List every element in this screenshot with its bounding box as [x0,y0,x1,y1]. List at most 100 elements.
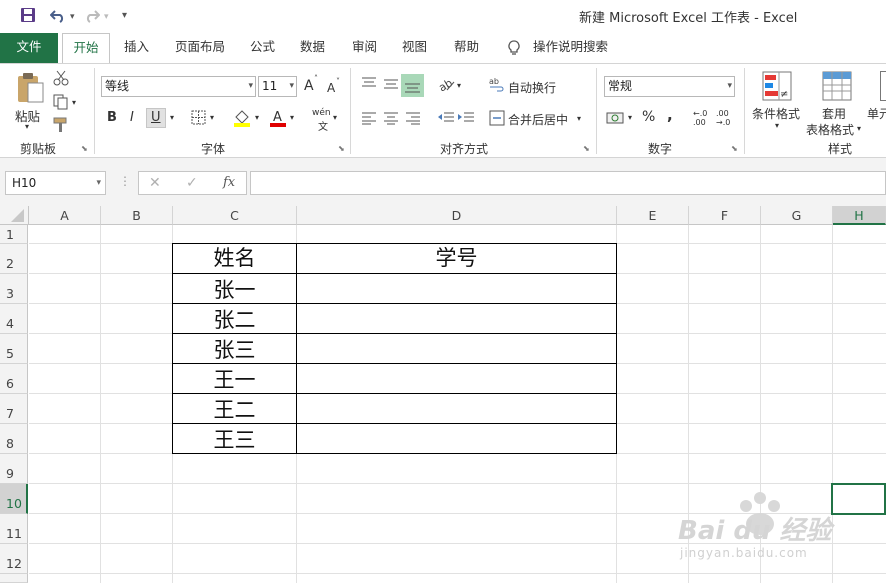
clipboard-launcher-icon[interactable]: ⬊ [81,144,88,153]
row-header-5[interactable]: 5 [0,334,28,364]
copy-icon[interactable] [53,94,69,113]
name-box[interactable]: H10 ▾ [5,171,106,195]
row-header-1[interactable]: 1 [0,225,28,244]
select-all-corner[interactable] [0,206,29,225]
align-middle-icon[interactable] [383,76,399,93]
format-as-table-dropdown-icon[interactable]: ▾ [857,124,861,133]
merge-center-button[interactable]: 合并后居中 [508,111,568,128]
orientation-icon[interactable]: ab [436,76,455,95]
cell-styles-icon[interactable] [880,71,886,101]
cell-d3[interactable] [296,273,617,304]
column-header-h[interactable]: H [833,206,886,225]
cell-styles-button[interactable]: 单元 [867,105,886,122]
font-launcher-icon[interactable]: ⬊ [338,144,345,153]
cell-c3[interactable]: 张一 [172,273,297,304]
underline-dropdown-icon[interactable]: ▾ [170,113,174,122]
accounting-format-icon[interactable] [606,110,624,129]
tab-data[interactable]: 数据 [292,33,333,63]
row-header-7[interactable]: 7 [0,394,28,424]
tab-view[interactable]: 视图 [394,33,435,63]
underline-button[interactable]: U [151,110,161,125]
cut-icon[interactable] [53,70,69,89]
row-header-4[interactable]: 4 [0,304,28,334]
lightbulb-icon[interactable] [507,40,521,59]
cell-d2[interactable]: 学号 [296,243,617,274]
merge-dropdown-icon[interactable]: ▾ [577,114,581,123]
cell-d7[interactable] [296,393,617,424]
row-header-12[interactable]: 12 [0,544,28,574]
number-format-select[interactable]: 常规 ▾ [604,76,735,97]
accounting-dropdown-icon[interactable]: ▾ [628,113,632,122]
formula-input[interactable] [250,171,886,195]
cell-c5[interactable]: 张三 [172,333,297,364]
enter-icon[interactable]: ✓ [186,176,198,190]
conditional-formatting-icon[interactable]: ≠ [762,71,792,104]
column-header-e[interactable]: E [617,206,689,225]
percent-button[interactable]: % [642,109,655,125]
cell-d5[interactable] [296,333,617,364]
row-header-10[interactable]: 10 [0,484,28,514]
align-left-icon[interactable] [361,111,377,128]
decrease-font-button[interactable]: A [327,81,335,95]
increase-decimal-button[interactable]: ←.0.00 [693,109,707,127]
phonetic-button[interactable]: wén [312,108,331,118]
align-top-icon[interactable] [361,76,377,93]
format-as-table-label-2[interactable]: 表格格式 [806,121,854,138]
save-icon[interactable] [20,7,36,27]
comma-button[interactable]: , [667,106,673,124]
fill-color-dropdown-icon[interactable]: ▾ [255,113,259,122]
column-header-c[interactable]: C [173,206,297,225]
format-as-table-icon[interactable] [822,71,852,104]
row-header-3[interactable]: 3 [0,274,28,304]
cell-c7[interactable]: 王二 [172,393,297,424]
cell-d8[interactable] [296,423,617,454]
undo-icon[interactable] [49,7,66,27]
column-header-g[interactable]: G [761,206,833,225]
border-icon[interactable] [191,110,206,128]
cell-c4[interactable]: 张二 [172,303,297,334]
align-center-icon[interactable] [383,111,399,128]
row-header-13[interactable] [0,574,28,583]
tab-formulas[interactable]: 公式 [242,33,283,63]
tab-review[interactable]: 审阅 [344,33,385,63]
insert-function-button[interactable]: fx [223,176,235,189]
format-as-table-label-1[interactable]: 套用 [822,105,846,122]
align-bottom-icon[interactable] [401,74,424,97]
tell-me-search[interactable]: 操作说明搜索 [525,33,616,63]
cell-c2[interactable]: 姓名 [172,243,297,274]
increase-font-button[interactable]: A [304,78,314,94]
selected-cell-h10[interactable] [831,483,886,515]
cell-c6[interactable]: 王一 [172,363,297,394]
copy-dropdown-icon[interactable]: ▾ [72,98,76,107]
row-header-9[interactable]: 9 [0,454,28,484]
tab-help[interactable]: 帮助 [446,33,487,63]
conditional-dropdown-icon[interactable]: ▾ [775,121,779,130]
conditional-formatting-button[interactable]: 条件格式 [752,105,800,122]
tab-file[interactable]: 文件 [0,33,58,63]
number-launcher-icon[interactable]: ⬊ [731,144,738,153]
wrap-text-icon[interactable]: ab [489,76,505,95]
font-color-dropdown-icon[interactable]: ▾ [290,113,294,122]
decrease-decimal-button[interactable]: .00 →.0 [716,109,730,127]
alignment-launcher-icon[interactable]: ⬊ [583,144,590,153]
tab-insert[interactable]: 插入 [116,33,157,63]
font-size-select[interactable]: 11 ▾ [258,76,297,97]
paste-dropdown-icon[interactable]: ▾ [25,122,29,131]
column-header-a[interactable]: A [29,206,101,225]
phonetic-dropdown-icon[interactable]: ▾ [333,113,337,122]
merge-center-icon[interactable] [489,110,505,129]
fill-color-icon[interactable] [233,109,251,130]
row-header-6[interactable]: 6 [0,364,28,394]
tab-home[interactable]: 开始 [62,33,110,64]
wrap-text-button[interactable]: 自动换行 [508,79,556,96]
cell-d4[interactable] [296,303,617,334]
cancel-icon[interactable]: ✕ [149,176,161,190]
column-header-d[interactable]: D [297,206,617,225]
row-header-8[interactable]: 8 [0,424,28,454]
row-header-2[interactable]: 2 [0,244,28,274]
paste-icon[interactable] [15,72,45,107]
column-header-f[interactable]: F [689,206,761,225]
column-header-b[interactable]: B [101,206,173,225]
decrease-indent-icon[interactable] [437,111,455,128]
orientation-dropdown-icon[interactable]: ▾ [457,81,461,90]
